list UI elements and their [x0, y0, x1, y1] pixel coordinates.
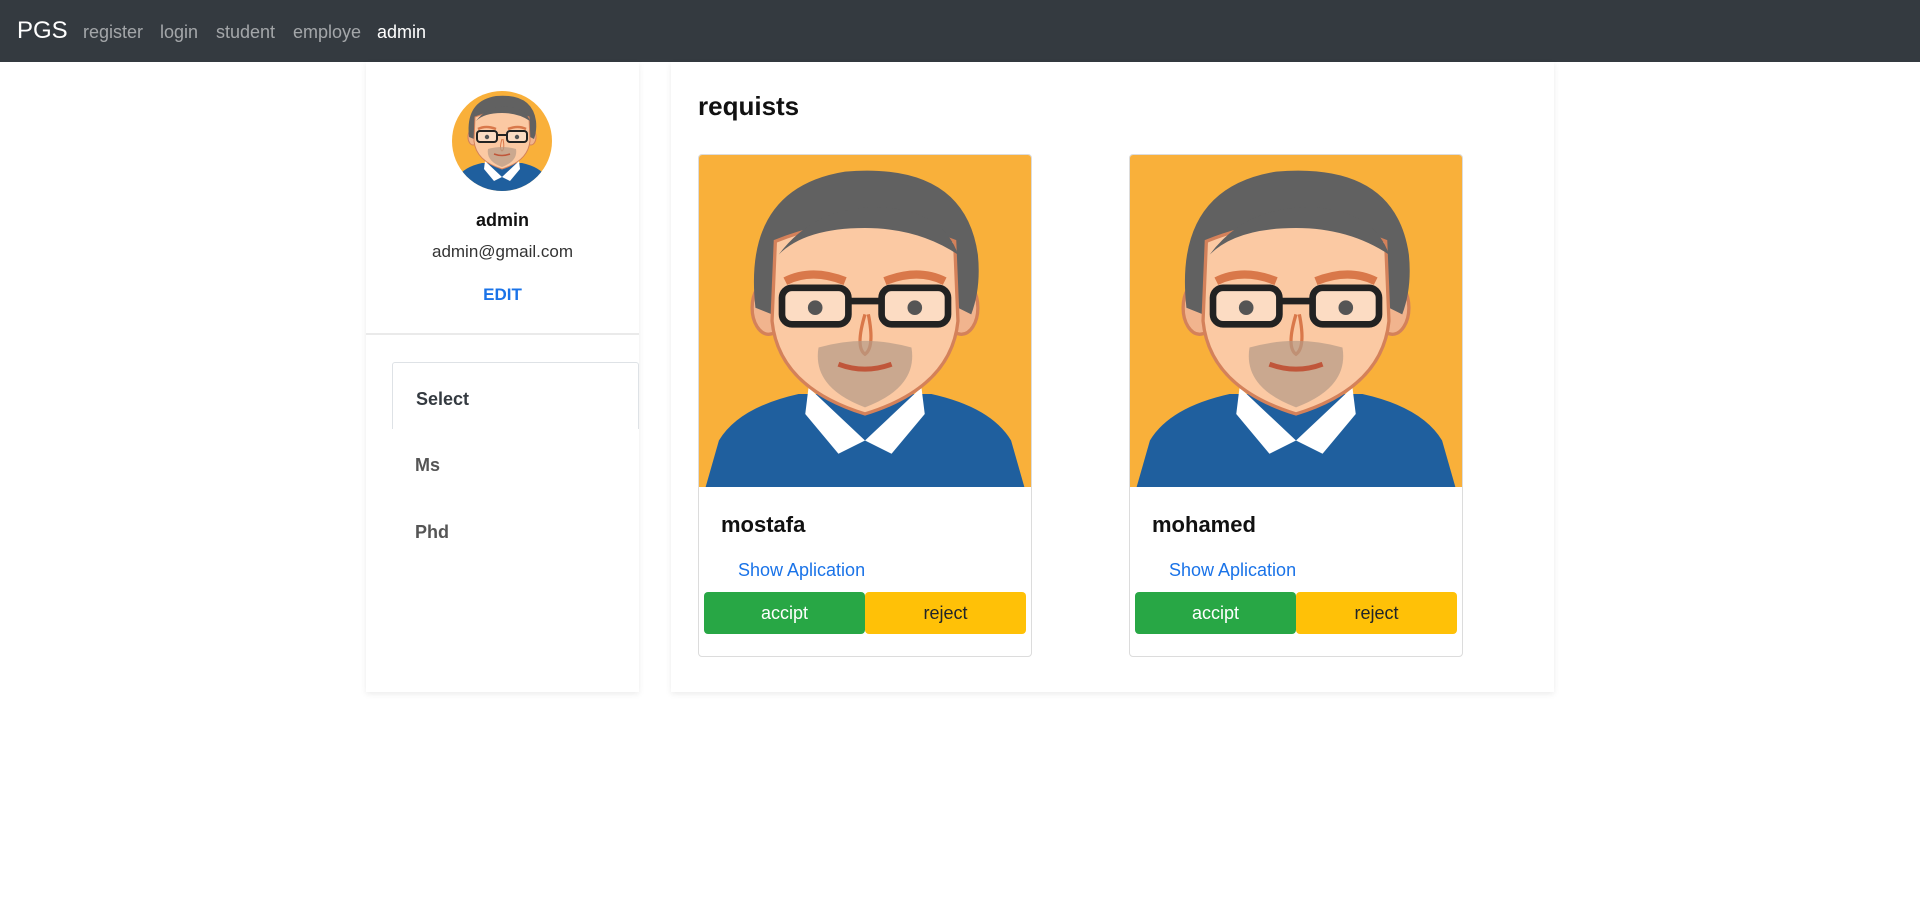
profile-card: admin admin@gmail.com EDIT	[366, 62, 639, 335]
page-title: requists	[698, 91, 800, 121]
nav-link-register[interactable]: register	[83, 22, 143, 43]
nav-link-admin[interactable]: admin	[377, 22, 426, 43]
brand-logo[interactable]: PGS	[17, 17, 68, 45]
menu-item-ms[interactable]: Ms	[392, 429, 639, 496]
top-navbar: PGS register login student employe admin	[0, 0, 1920, 62]
applicant-name: mohamed	[1152, 512, 1256, 537]
profile-avatar	[452, 91, 552, 191]
applicant-name: mostafa	[721, 512, 806, 537]
menu-item-select[interactable]: Select	[392, 362, 639, 429]
requests-panel: requists mostafa Show Aplication accipt …	[671, 62, 1554, 692]
show-application-link[interactable]: Show Aplication	[738, 560, 865, 581]
request-card: mohamed Show Aplication accipt reject	[1129, 154, 1463, 657]
edit-profile-link[interactable]: EDIT	[366, 285, 639, 305]
profile-email: admin@gmail.com	[431, 242, 574, 261]
applicant-photo-icon	[699, 155, 1031, 487]
request-card: mostafa Show Aplication accipt reject	[698, 154, 1032, 657]
menu-item-phd[interactable]: Phd	[392, 496, 639, 563]
reject-button[interactable]: reject	[1296, 592, 1457, 634]
sidebar: admin admin@gmail.com EDIT Select Ms Phd	[366, 62, 639, 692]
applicant-photo-icon	[1130, 155, 1462, 487]
nav-link-login[interactable]: login	[160, 22, 198, 43]
cartoon-man-avatar-icon	[452, 91, 552, 191]
reject-button[interactable]: reject	[865, 592, 1026, 634]
accept-button[interactable]: accipt	[1135, 592, 1296, 634]
nav-link-employe[interactable]: employe	[293, 22, 361, 43]
nav-link-student[interactable]: student	[216, 22, 275, 43]
accept-button[interactable]: accipt	[704, 592, 865, 634]
show-application-link[interactable]: Show Aplication	[1169, 560, 1296, 581]
profile-name: admin	[475, 210, 529, 230]
